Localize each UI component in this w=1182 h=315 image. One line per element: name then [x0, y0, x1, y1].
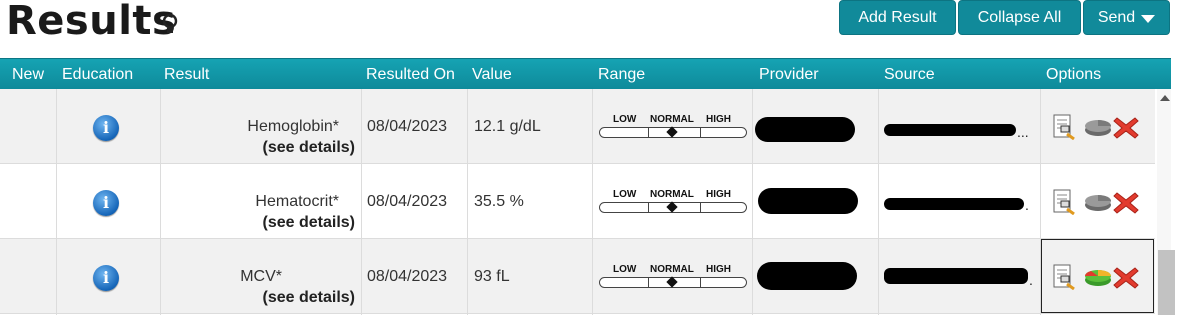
see-details-link[interactable]: (see details)	[155, 139, 355, 157]
delete-icon[interactable]	[1113, 116, 1139, 140]
range-divider	[700, 202, 701, 213]
resulted-on-date: 08/04/2023	[367, 118, 448, 135]
edit-document-icon[interactable]	[1053, 264, 1075, 290]
result-name: Hemoglobin*	[247, 118, 339, 135]
delete-icon[interactable]	[1113, 191, 1139, 215]
send-label: Send	[1097, 8, 1136, 26]
range-low-label: LOW	[613, 264, 637, 275]
range-normal-label: NORMAL	[650, 264, 694, 275]
column-header-provider[interactable]: Provider	[759, 59, 819, 90]
range-normal-label: NORMAL	[650, 189, 694, 200]
range-normal-label: NORMAL	[650, 114, 694, 125]
graph-pie-icon[interactable]	[1083, 266, 1113, 288]
column-divider	[592, 89, 593, 315]
source-overflow: .	[1025, 197, 1029, 213]
column-divider	[752, 89, 753, 315]
lightbulb-icon[interactable]	[162, 13, 178, 37]
collapse-all-label: Collapse All	[977, 8, 1062, 26]
range-high-label: HIGH	[706, 189, 731, 200]
range-indicator: LOW NORMAL HIGH	[599, 114, 747, 144]
source-redacted	[884, 198, 1024, 210]
edit-document-icon[interactable]	[1053, 189, 1075, 215]
source-overflow: ...	[1017, 124, 1029, 140]
see-details-link[interactable]: (see details)	[155, 289, 355, 307]
range-divider	[700, 277, 701, 288]
send-dropdown-button[interactable]: Send	[1083, 0, 1170, 35]
add-result-label: Add Result	[858, 8, 937, 26]
range-low-label: LOW	[613, 189, 637, 200]
result-value: 35.5 %	[474, 193, 524, 210]
graph-pie-icon[interactable]	[1083, 191, 1113, 213]
column-header-value[interactable]: Value	[472, 59, 512, 90]
range-divider	[700, 127, 701, 138]
provider-redacted	[757, 262, 857, 290]
provider-redacted	[758, 188, 858, 214]
see-details-link[interactable]: (see details)	[155, 214, 355, 232]
column-header-source[interactable]: Source	[884, 59, 935, 90]
column-header-result[interactable]: Result	[164, 59, 209, 90]
collapse-all-button[interactable]: Collapse All	[958, 0, 1081, 35]
result-value: 93 fL	[474, 268, 510, 285]
column-divider	[361, 89, 362, 315]
page-title: Results	[6, 0, 177, 44]
result-value: 12.1 g/dL	[474, 118, 541, 135]
result-name: MCV*	[240, 268, 282, 285]
column-header-new[interactable]: New	[12, 59, 44, 90]
source-redacted	[884, 268, 1028, 284]
range-high-label: HIGH	[706, 114, 731, 125]
scroll-up-icon[interactable]	[1160, 95, 1170, 101]
range-low-label: LOW	[613, 114, 637, 125]
column-divider	[467, 89, 468, 315]
resulted-on-date: 08/04/2023	[367, 193, 448, 210]
chevron-down-icon	[1141, 14, 1156, 23]
source-overflow: .	[1029, 272, 1033, 288]
range-indicator: LOW NORMAL HIGH	[599, 189, 747, 219]
delete-icon[interactable]	[1113, 266, 1139, 290]
graph-pie-icon[interactable]	[1083, 116, 1113, 138]
add-result-button[interactable]: Add Result	[839, 0, 956, 35]
range-divider	[648, 277, 649, 288]
column-header-resulted-on[interactable]: Resulted On	[366, 59, 455, 90]
column-divider	[1040, 89, 1041, 315]
column-divider	[878, 89, 879, 315]
result-name: Hematocrit*	[255, 193, 339, 210]
column-divider	[160, 89, 161, 315]
column-divider	[56, 89, 57, 315]
table-header: New Education Result Resulted On Value R…	[0, 58, 1171, 89]
column-header-range[interactable]: Range	[598, 59, 645, 90]
resulted-on-date: 08/04/2023	[367, 268, 448, 285]
column-header-options: Options	[1046, 66, 1102, 83]
range-high-label: HIGH	[706, 264, 731, 275]
education-info-icon[interactable]: i	[93, 115, 119, 141]
range-divider	[648, 202, 649, 213]
range-divider	[648, 127, 649, 138]
education-info-icon[interactable]: i	[93, 190, 119, 216]
source-redacted	[884, 124, 1016, 136]
edit-document-icon[interactable]	[1053, 114, 1075, 140]
range-indicator: LOW NORMAL HIGH	[599, 264, 747, 294]
column-header-education[interactable]: Education	[62, 59, 133, 90]
provider-redacted	[755, 117, 855, 142]
scrollbar-thumb[interactable]	[1158, 250, 1175, 315]
